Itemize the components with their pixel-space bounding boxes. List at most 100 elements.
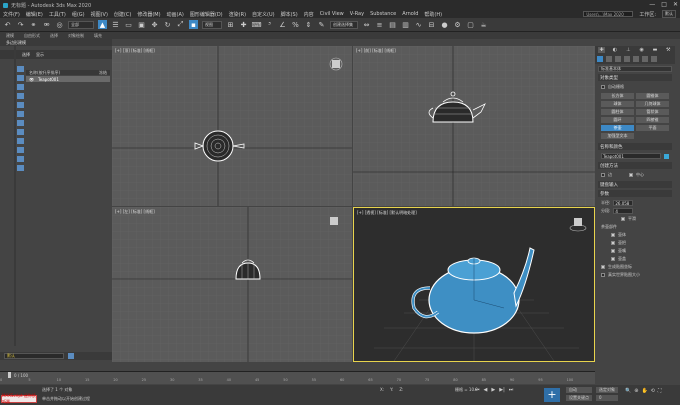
sphere-button[interactable]: 球体	[601, 101, 634, 107]
spacewarps-category-icon[interactable]	[642, 56, 648, 62]
prev-frame-icon[interactable]: ◀	[484, 387, 488, 393]
maximize-button[interactable]: □	[661, 1, 667, 8]
filter-invert-icon[interactable]	[17, 165, 24, 171]
create-tab-icon[interactable]: ✚	[598, 47, 606, 53]
menu-item-17[interactable]: 帮助(H)	[424, 11, 442, 18]
autogrid-option[interactable]: 自动栅格	[595, 83, 675, 91]
viewport-top[interactable]: [+] [顶] [标准] [线框]	[112, 46, 352, 206]
menu-item-4[interactable]: 视图(V)	[91, 11, 108, 18]
bind-spacewarp-icon[interactable]: ◎	[55, 20, 64, 29]
object-type-rollout[interactable]: 对象类型	[598, 74, 672, 81]
pivot-icon[interactable]: ⊞	[226, 20, 235, 29]
workspace-dropdown[interactable]: 默认	[662, 10, 676, 18]
viewport-top-label[interactable]: [+] [顶] [标准] [线框]	[115, 48, 155, 54]
go-end-icon[interactable]: ⏭	[509, 387, 514, 393]
ribbon-tab-populate[interactable]: 填充	[94, 33, 102, 39]
scene-tab-select[interactable]: 选择	[22, 52, 30, 58]
motion-tab-icon[interactable]: ◉	[638, 47, 645, 53]
scale-icon[interactable]: ⤢	[176, 20, 185, 29]
shapes-category-icon[interactable]	[606, 56, 612, 62]
undo-icon[interactable]: ↶	[3, 20, 12, 29]
select-manipulate-icon[interactable]: ✚	[239, 20, 248, 29]
select-by-name-icon[interactable]: ☰	[111, 20, 120, 29]
filter-groups-icon[interactable]	[17, 120, 24, 126]
torus-button[interactable]: 圆环	[601, 117, 634, 123]
creation-method-rollout[interactable]: 创建方法	[598, 162, 672, 169]
menu-item-9[interactable]: 渲染(R)	[229, 11, 246, 18]
window-crossing-icon[interactable]: ▣	[137, 20, 146, 29]
viewport-front[interactable]: [+] [前] [标准] [线框]	[353, 46, 595, 206]
pan-icon[interactable]: ✋	[641, 388, 647, 394]
menu-item-1[interactable]: 编辑(E)	[26, 11, 43, 18]
menu-item-15[interactable]: Substance	[370, 11, 396, 17]
track-bar[interactable]: 0 5 10 15 20 25 30 35 40 45 50 55 60 65 70 75 80 85 90 95 10…	[0, 378, 595, 384]
filter-all-icon[interactable]	[17, 147, 24, 153]
part-spout[interactable]: 壶嘴	[595, 247, 675, 255]
filter-lights-icon[interactable]	[17, 84, 24, 90]
segments-field[interactable]: 4	[613, 208, 634, 214]
play-icon[interactable]: ▶	[491, 387, 495, 393]
utilities-tab-icon[interactable]: ⚒	[665, 47, 672, 53]
part-handle[interactable]: 壶把	[595, 239, 675, 247]
ribbon-tab-object-paint[interactable]: 对象绘制	[68, 33, 84, 39]
set-key-button[interactable]: 设置关键点	[566, 395, 592, 401]
zoom-icon[interactable]: 🔍	[625, 388, 631, 394]
search-input[interactable]: Users\...\Max 2020	[583, 11, 634, 17]
move-icon[interactable]: ✥	[150, 20, 159, 29]
teapot-perspective[interactable]	[411, 247, 535, 334]
keyboard-entry-rollout[interactable]: 键盘输入	[598, 181, 672, 188]
part-body[interactable]: 壶体	[595, 231, 675, 239]
material-editor-icon[interactable]: ●	[440, 20, 449, 29]
auto-key-button[interactable]: 自动	[566, 387, 592, 393]
orbit-icon[interactable]: ⟲	[651, 388, 655, 394]
body-checkbox[interactable]	[611, 233, 615, 237]
ribbon-tab-modeling[interactable]: 建模	[6, 33, 14, 39]
smooth-row[interactable]: 平滑	[595, 215, 675, 223]
scene-settings-icon[interactable]	[68, 353, 74, 359]
viewport-perspective[interactable]: [+] [透视] [标准] [默认明暗处理]	[353, 207, 595, 362]
real-world-checkbox[interactable]	[601, 273, 605, 277]
current-frame-field[interactable]: 0	[596, 395, 618, 401]
autogrid-checkbox[interactable]	[601, 85, 605, 89]
ribbon-tab-freeform[interactable]: 自由形式	[24, 33, 40, 39]
view-cube-perspective-icon[interactable]	[569, 218, 587, 232]
name-color-rollout[interactable]: 名称和颜色	[598, 143, 672, 150]
ribbon-tab-selection[interactable]: 选择	[50, 33, 58, 39]
select-object-icon[interactable]: ▲	[98, 20, 107, 29]
menu-item-8[interactable]: 图形编辑器(D)	[190, 11, 223, 18]
spout-checkbox[interactable]	[611, 249, 615, 253]
parameters-rollout[interactable]: 参数	[598, 190, 672, 197]
modify-tab-icon[interactable]: ◐	[611, 47, 618, 53]
add-time-tag-button[interactable]: +	[544, 388, 560, 402]
rect-select-icon[interactable]: ▭	[124, 20, 133, 29]
cone-button[interactable]: 圆锥体	[636, 93, 669, 99]
filter-xrefs-icon[interactable]	[17, 129, 24, 135]
layer-icon[interactable]: ▤	[388, 20, 397, 29]
viewport-front-label[interactable]: [+] [前] [标准] [线框]	[356, 48, 396, 54]
render-icon[interactable]: ☕	[479, 20, 488, 29]
menu-item-7[interactable]: 动画(A)	[167, 11, 184, 18]
rendered-frame-icon[interactable]: ▢	[466, 20, 475, 29]
view-cube-left-icon[interactable]	[330, 217, 338, 225]
y-coord-label[interactable]: Y:	[390, 387, 393, 392]
visibility-eye-icon[interactable]: 👁	[29, 77, 34, 82]
object-color-swatch[interactable]	[664, 153, 669, 159]
menu-item-5[interactable]: 创建(C)	[114, 11, 131, 18]
x-coord-label[interactable]: X:	[380, 387, 384, 392]
geometry-category-icon[interactable]	[597, 56, 603, 62]
z-coord-label[interactable]: Z:	[399, 387, 403, 392]
geosphere-button[interactable]: 几何球体	[636, 101, 669, 107]
real-world-row[interactable]: 真实世界贴图大小	[595, 271, 675, 279]
menu-item-6[interactable]: 修改器(M)	[137, 11, 160, 18]
filter-geometry-icon[interactable]	[17, 66, 24, 72]
gen-coords-row[interactable]: 生成贴图坐标	[595, 263, 675, 271]
filter-bones-icon[interactable]	[17, 138, 24, 144]
menu-item-12[interactable]: 内容	[304, 11, 314, 18]
angle-snap-icon[interactable]: ∠	[278, 20, 287, 29]
reference-coord-dropdown[interactable]: 视图	[202, 20, 222, 29]
zoom-all-icon[interactable]: ⊕	[634, 388, 638, 394]
filter-helpers-icon[interactable]	[17, 102, 24, 108]
menu-item-3[interactable]: 组(G)	[72, 11, 85, 18]
render-setup-icon[interactable]: ⚙	[453, 20, 462, 29]
cameras-category-icon[interactable]	[624, 56, 630, 62]
